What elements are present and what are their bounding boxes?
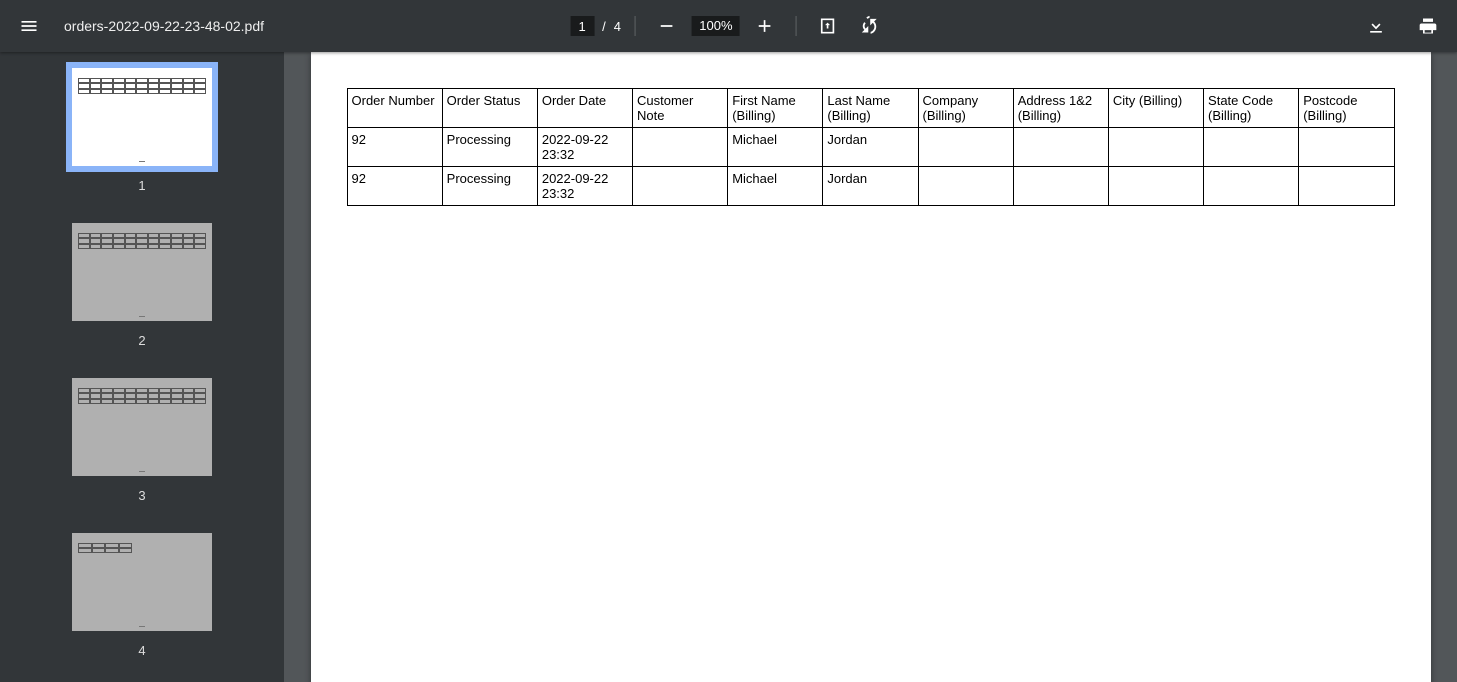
table-cell: 2022-09-22 23:32 (537, 128, 632, 167)
table-row: 92Processing2022-09-22 23:32 MichaelJorda… (347, 167, 1394, 206)
document-title: orders-2022-09-22-23-48-02.pdf (64, 18, 264, 34)
column-header: Postcode (Billing) (1299, 89, 1394, 128)
column-header: Order Number (347, 89, 442, 128)
menu-icon[interactable] (12, 9, 46, 43)
zoom-level[interactable]: 100% (692, 16, 740, 36)
column-header: First Name (Billing) (728, 89, 823, 128)
table-cell (1013, 128, 1108, 167)
page-viewer[interactable]: Order NumberOrder StatusOrder DateCustom… (284, 52, 1457, 682)
table-cell: Jordan (823, 167, 918, 206)
zoom-in-icon[interactable] (748, 9, 782, 43)
column-header: Company (Billing) (918, 89, 1013, 128)
thumbnail-sidebar[interactable]: 1 2 3 4 (0, 52, 284, 682)
column-header: Customer Note (633, 89, 728, 128)
table-cell (918, 128, 1013, 167)
table-cell (633, 167, 728, 206)
table-cell (1013, 167, 1108, 206)
table-cell: Michael (728, 128, 823, 167)
table-cell (1204, 128, 1299, 167)
table-cell: 92 (347, 167, 442, 206)
column-header: Address 1&2 (Billing) (1013, 89, 1108, 128)
rotate-icon[interactable] (853, 9, 887, 43)
table-cell: 2022-09-22 23:32 (537, 167, 632, 206)
thumbnail-page-1[interactable] (72, 68, 212, 166)
divider (796, 16, 797, 36)
thumbnail-label: 3 (138, 488, 145, 503)
column-header: Last Name (Billing) (823, 89, 918, 128)
table-cell: 92 (347, 128, 442, 167)
table-cell (1204, 167, 1299, 206)
print-icon[interactable] (1411, 9, 1445, 43)
page-total: 4 (614, 19, 621, 34)
table-row: 92Processing2022-09-22 23:32 MichaelJorda… (347, 128, 1394, 167)
fit-page-icon[interactable] (811, 9, 845, 43)
table-cell: Michael (728, 167, 823, 206)
toolbar: orders-2022-09-22-23-48-02.pdf / 4 100% (0, 0, 1457, 52)
table-cell (1299, 128, 1394, 167)
orders-table: Order NumberOrder StatusOrder DateCustom… (347, 88, 1395, 206)
table-cell (1299, 167, 1394, 206)
pdf-page-1: Order NumberOrder StatusOrder DateCustom… (311, 52, 1431, 682)
table-cell (1108, 167, 1203, 206)
thumbnail-page-3[interactable] (72, 378, 212, 476)
table-cell: Jordan (823, 128, 918, 167)
table-cell (918, 167, 1013, 206)
table-cell (1108, 128, 1203, 167)
thumbnail-label: 4 (138, 643, 145, 658)
page-sep: / (602, 19, 606, 34)
thumbnail-label: 2 (138, 333, 145, 348)
column-header: City (Billing) (1108, 89, 1203, 128)
thumbnail-page-2[interactable] (72, 223, 212, 321)
zoom-out-icon[interactable] (650, 9, 684, 43)
divider (635, 16, 636, 36)
thumbnail-label: 1 (138, 178, 145, 193)
page-number-input[interactable] (570, 16, 594, 36)
download-icon[interactable] (1359, 9, 1393, 43)
table-cell (633, 128, 728, 167)
table-cell: Processing (442, 128, 537, 167)
table-cell: Processing (442, 167, 537, 206)
column-header: Order Status (442, 89, 537, 128)
column-header: Order Date (537, 89, 632, 128)
thumbnail-page-4[interactable] (72, 533, 212, 631)
column-header: State Code (Billing) (1204, 89, 1299, 128)
